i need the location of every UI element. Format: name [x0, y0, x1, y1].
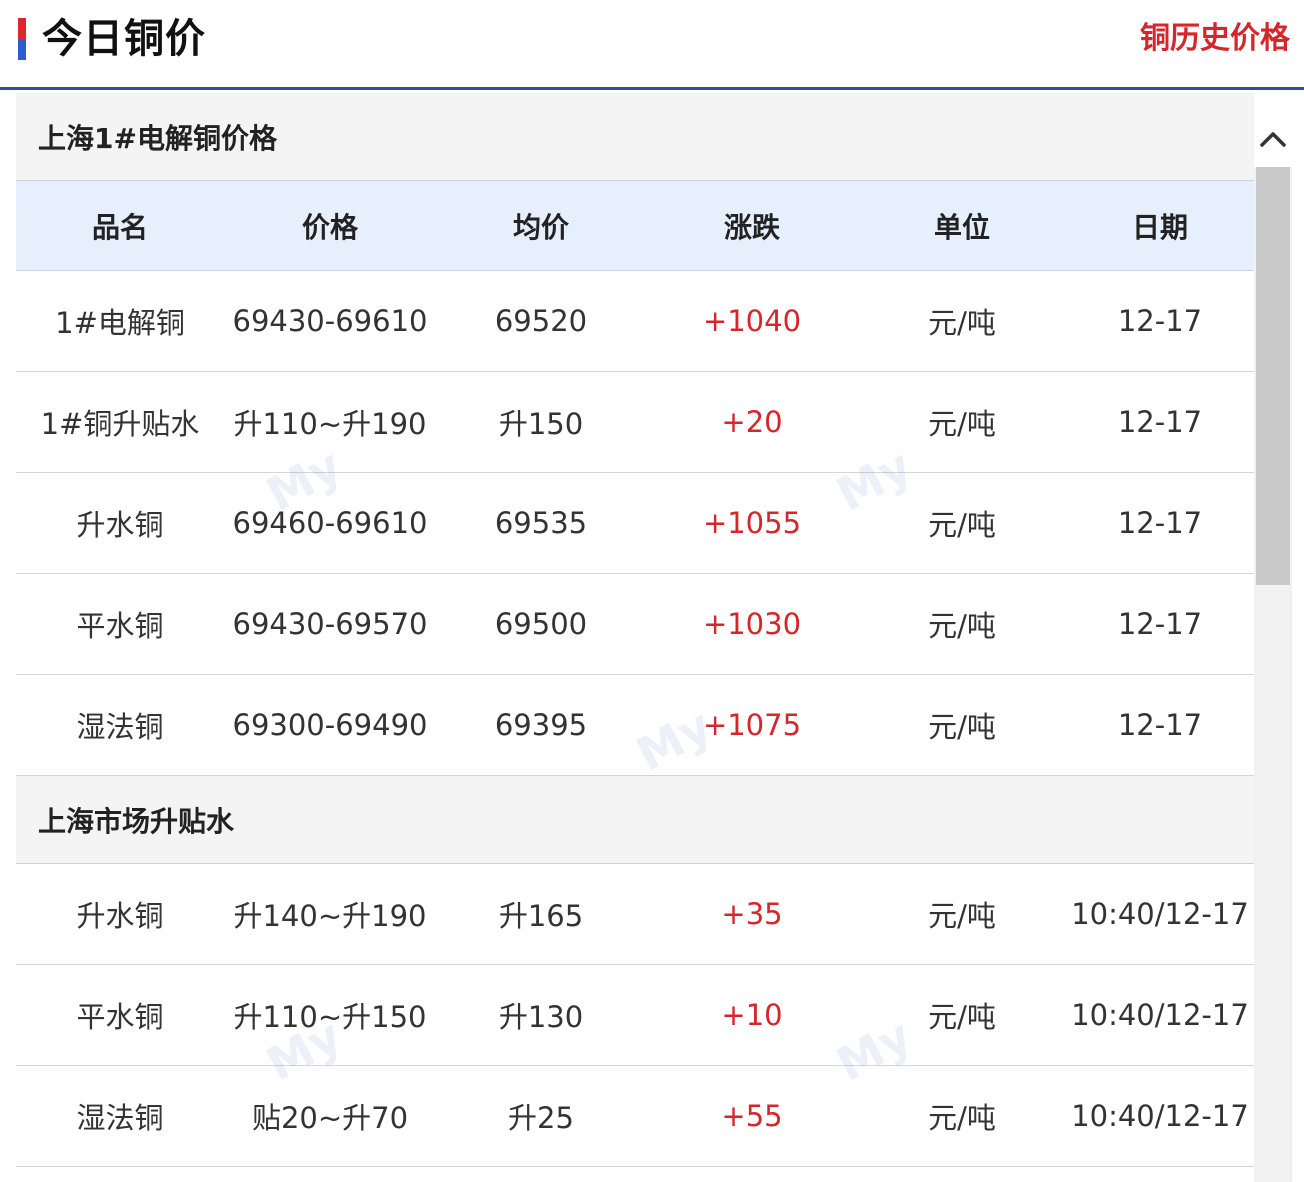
cell-avg: 升25 [508, 1101, 574, 1135]
page-header: 今日铜价 铜历史价格 [0, 0, 1304, 90]
cell-price: 贴20~升70 [251, 1101, 409, 1135]
cell-name: 升水铜 [76, 508, 164, 542]
price-content: 上海1#电解铜价格 品名 价格 均价 涨跌 单位 日期 1#电解铜 69430-… [16, 93, 1292, 1182]
cell-avg: 升130 [498, 1000, 584, 1034]
cell-date: 10:40/12-17 [1071, 897, 1249, 931]
cell-unit: 元/吨 [928, 407, 996, 441]
section-title-premium: 上海市场升贴水 [16, 776, 1254, 864]
cell-date: 12-17 [1117, 405, 1203, 439]
cell-change: +55 [721, 1099, 783, 1133]
cell-price: 升110~升150 [233, 1000, 427, 1034]
cell-avg: 69535 [494, 506, 588, 540]
cell-price: 升140~升190 [233, 899, 427, 933]
cell-date: 10:40/12-17 [1071, 998, 1249, 1032]
cell-price: 69460-69610 [232, 506, 428, 540]
cell-change: +35 [721, 897, 783, 931]
cell-price: 69430-69610 [232, 304, 428, 338]
table-row: 1#电解铜 69430-69610 69520 +1040 元/吨 12-17 [16, 271, 1254, 372]
cell-change: +20 [721, 405, 783, 439]
cell-unit: 元/吨 [928, 306, 996, 340]
cell-date: 10:40/12-17 [1071, 1099, 1249, 1133]
page-title: 今日铜价 [42, 16, 206, 62]
cell-name: 湿法铜 [76, 1101, 164, 1135]
cell-avg: 升150 [498, 407, 584, 441]
table-row: 升水铜 69460-69610 69535 +1055 元/吨 12-17 [16, 473, 1254, 574]
cell-unit: 元/吨 [928, 710, 996, 744]
cell-change: +1055 [702, 506, 802, 540]
collapse-button[interactable] [1254, 121, 1292, 157]
cell-avg: 69520 [494, 304, 588, 338]
cell-unit: 元/吨 [928, 1000, 996, 1034]
cell-name: 平水铜 [76, 1000, 164, 1034]
col-header-change: 涨跌 [723, 210, 780, 244]
table-row: 平水铜 69430-69570 69500 +1030 元/吨 12-17 [16, 574, 1254, 675]
chevron-up-icon [1260, 132, 1286, 147]
cell-name: 1#电解铜 [55, 306, 185, 340]
cell-change: +1075 [702, 708, 802, 742]
cell-change: +10 [721, 998, 783, 1032]
cell-unit: 元/吨 [928, 508, 996, 542]
section-title-electrolytic: 上海1#电解铜价格 [16, 93, 1254, 181]
col-header-price: 价格 [301, 210, 358, 244]
table-row: 升水铜 升140~升190 升165 +35 元/吨 10:40/12-17 [16, 864, 1254, 965]
cell-name: 升水铜 [76, 899, 164, 933]
col-header-date: 日期 [1131, 210, 1188, 244]
table-row: 平水铜 升110~升150 升130 +10 元/吨 10:40/12-17 [16, 965, 1254, 1066]
scrollbar-thumb[interactable] [1256, 167, 1290, 585]
col-header-name: 品名 [91, 210, 148, 244]
cell-date: 12-17 [1117, 607, 1203, 641]
cell-price: 升110~升190 [233, 407, 427, 441]
copper-history-link[interactable]: 铜历史价格 [1140, 18, 1290, 60]
cell-change: +1040 [702, 304, 802, 338]
cell-unit: 元/吨 [928, 899, 996, 933]
cell-date: 12-17 [1117, 708, 1203, 742]
column-header-row: 品名 价格 均价 涨跌 单位 日期 [16, 181, 1254, 271]
cell-name: 平水铜 [76, 609, 164, 643]
cell-name: 湿法铜 [76, 710, 164, 744]
cell-avg: 69395 [494, 708, 588, 742]
cell-date: 12-17 [1117, 506, 1203, 540]
cell-change: +1030 [702, 607, 802, 641]
cell-avg: 升165 [498, 899, 584, 933]
col-header-avg: 均价 [512, 210, 569, 244]
cell-price: 69300-69490 [232, 708, 428, 742]
table-row: 湿法铜 69300-69490 69395 +1075 元/吨 12-17 [16, 675, 1254, 776]
cell-avg: 69500 [494, 607, 588, 641]
cell-unit: 元/吨 [928, 609, 996, 643]
cell-unit: 元/吨 [928, 1101, 996, 1135]
title-accent-bar [18, 18, 26, 60]
table-row: 1#铜升贴水 升110~升190 升150 +20 元/吨 12-17 [16, 372, 1254, 473]
col-header-unit: 单位 [933, 210, 990, 244]
price-tables: 上海1#电解铜价格 品名 价格 均价 涨跌 单位 日期 1#电解铜 69430-… [16, 93, 1254, 1167]
cell-date: 12-17 [1117, 304, 1203, 338]
copper-price-page: 今日铜价 铜历史价格 上海1#电解铜价格 品名 价格 均价 涨跌 单位 日期 1… [0, 0, 1304, 1182]
cell-price: 69430-69570 [232, 607, 428, 641]
cell-name: 1#铜升贴水 [40, 407, 200, 441]
table-row: 湿法铜 贴20~升70 升25 +55 元/吨 10:40/12-17 [16, 1066, 1254, 1167]
